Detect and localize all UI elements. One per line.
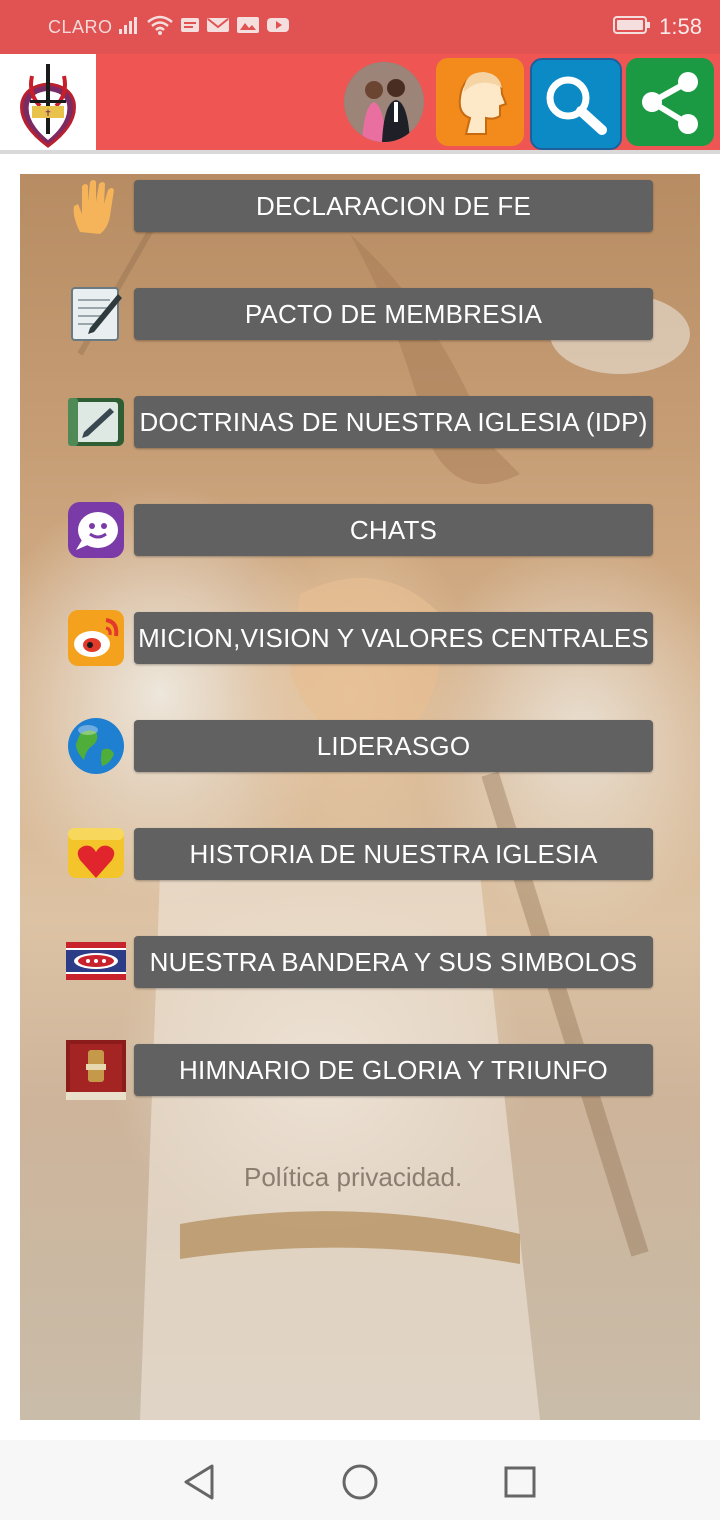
signal-icon <box>118 15 140 40</box>
historia-button[interactable]: HISTORIA DE NUESTRA IGLESIA <box>134 828 653 880</box>
angel-background-image <box>77 212 690 1420</box>
flag-icon <box>66 932 126 992</box>
menu-row-bandera: NUESTRA BANDERA Y SUS SIMBOLOS <box>20 932 700 992</box>
status-right: 1:58 <box>613 14 702 40</box>
pacto-de-membresia-button[interactable]: PACTO DE MEMBRESIA <box>134 288 653 340</box>
menu-row-historia: HISTORIA DE NUESTRA IGLESIA <box>20 824 700 884</box>
liderasgo-button[interactable]: LIDERASGO <box>134 720 653 772</box>
home-icon[interactable] <box>338 1460 382 1504</box>
bandera-simbolos-button[interactable]: NUESTRA BANDERA Y SUS SIMBOLOS <box>134 936 653 988</box>
menu-panel: DECLARACION DE FE PACTO DE MEMBRESIA DOC… <box>20 174 700 1420</box>
message-icon <box>180 16 200 39</box>
menu-row-pacto: PACTO DE MEMBRESIA <box>20 284 700 344</box>
hymnal-icon <box>66 1040 126 1100</box>
globe-icon <box>66 716 126 776</box>
himnario-button[interactable]: HIMNARIO DE GLORIA Y TRIUNFO <box>134 1044 653 1096</box>
recents-icon[interactable] <box>498 1460 542 1504</box>
declaracion-de-fe-button[interactable]: DECLARACION DE FE <box>134 180 653 232</box>
search-icon <box>546 76 607 135</box>
clock: 1:58 <box>659 14 702 39</box>
head-profile-button[interactable] <box>436 58 524 146</box>
status-icons <box>118 14 290 41</box>
share-button[interactable] <box>626 58 714 146</box>
share-icon <box>642 72 698 134</box>
menu-row-doctrinas: DOCTRINAS DE NUESTRA IGLESIA (IDP) <box>20 392 700 452</box>
back-icon[interactable] <box>178 1460 222 1504</box>
notebook-icon <box>66 392 126 452</box>
hand-icon <box>66 176 126 236</box>
menu-row-declaracion: DECLARACION DE FE <box>20 176 700 236</box>
privacy-policy-link[interactable]: Política privacidad. <box>244 1162 462 1193</box>
micion-vision-valores-button[interactable]: MICION,VISION Y VALORES CENTRALES <box>134 612 653 664</box>
doctrinas-button[interactable]: DOCTRINAS DE NUESTRA IGLESIA (IDP) <box>134 396 653 448</box>
pastors-avatar[interactable] <box>344 62 424 142</box>
menu-row-himnario: HIMNARIO DE GLORIA Y TRIUNFO <box>20 1040 700 1100</box>
chat-icon <box>66 500 126 560</box>
head-profile-icon <box>458 72 508 135</box>
document-pen-icon <box>66 284 126 344</box>
battery-icon <box>613 15 651 40</box>
chats-button[interactable]: CHATS <box>134 504 653 556</box>
system-nav-bar <box>0 1440 720 1520</box>
carrier-label: CLARO <box>48 17 113 37</box>
mail-icon <box>206 16 230 39</box>
gallery-icon <box>236 16 260 39</box>
heart-icon <box>66 824 126 884</box>
status-bar: CLARO 1:58 <box>0 0 720 54</box>
search-button[interactable] <box>530 58 622 150</box>
church-logo[interactable]: ✝ <box>0 54 96 150</box>
menu-row-chats: CHATS <box>20 500 700 560</box>
menu-row-liderasgo: LIDERASGO <box>20 716 700 776</box>
menu-row-micion: MICION,VISION Y VALORES CENTRALES <box>20 608 700 668</box>
svg-text:✝: ✝ <box>44 108 52 118</box>
youtube-icon <box>266 16 290 39</box>
weibo-icon <box>66 608 126 668</box>
wifi-icon <box>146 14 174 41</box>
